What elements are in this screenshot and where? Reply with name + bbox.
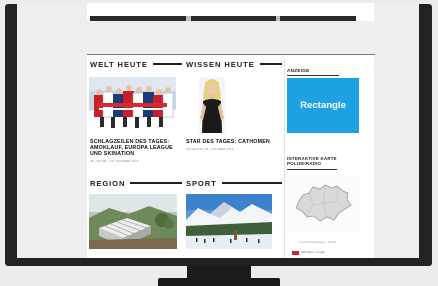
monitor-stand-base [158,278,280,286]
previous-image-row [90,16,356,21]
map-rule [287,169,337,170]
section-title: REGION [90,178,126,188]
ad-rule [287,75,339,76]
article-headline-wissen[interactable]: STAR DES TAGES: CATHOMEN [186,139,282,145]
section-rule [221,182,282,184]
map-title: INTERAKTIVE KARTE POLIZEIRADIO [287,156,337,167]
article-headline-welt[interactable]: SCHLAGZEILEN DES TAGES: AMOKLAUF, EUROPA… [90,139,182,158]
article-image-region-building[interactable] [89,194,177,249]
section-rule [130,182,182,184]
section-header-welt-heute[interactable]: WELT HEUTE [90,59,182,69]
monitor-screen: WELT HEUTE SCHLAGZEILEN DES TAGES: AMOKL… [17,3,419,258]
article-meta-welt: 28. OKTOB. / 26. OKTOBER 2016 [90,159,139,163]
section-title: SPORT [186,178,217,188]
ad-rectangle[interactable]: Rectangle [287,78,359,133]
section-rule [259,63,282,65]
map-credit: ost.ch/polizeiradio-bsp... KartVR [299,241,337,244]
article-meta-wissen: AM HEUTE / 26. OKTOBER 2016 [186,147,234,151]
sidebar-divider [284,59,285,258]
section-title: WISSEN HEUTE [186,59,255,69]
ad-rectangle-text: Rectangle [300,100,346,111]
section-header-wissen-heute[interactable]: WISSEN HEUTE [186,59,282,69]
srf-sport-link[interactable]: SRF Sport · mit app [292,250,325,255]
section-rule [152,63,182,65]
interactive-map[interactable] [287,175,359,231]
section-header-region[interactable]: REGION [90,178,182,188]
ad-label: ANZEIGE [287,68,310,73]
srf-sport-text: SRF Sport · mit app [301,251,325,254]
article-image-sport-ski[interactable] [186,194,272,249]
srf-logo-icon [292,250,299,255]
article-image-cathomen[interactable] [199,77,225,133]
news-page: WELT HEUTE SCHLAGZEILEN DES TAGES: AMOKL… [87,55,374,258]
section-title: WELT HEUTE [90,59,148,69]
previous-content-strip [87,3,374,21]
article-image-ski-team[interactable] [89,77,176,133]
section-header-sport[interactable]: SPORT [186,178,282,188]
